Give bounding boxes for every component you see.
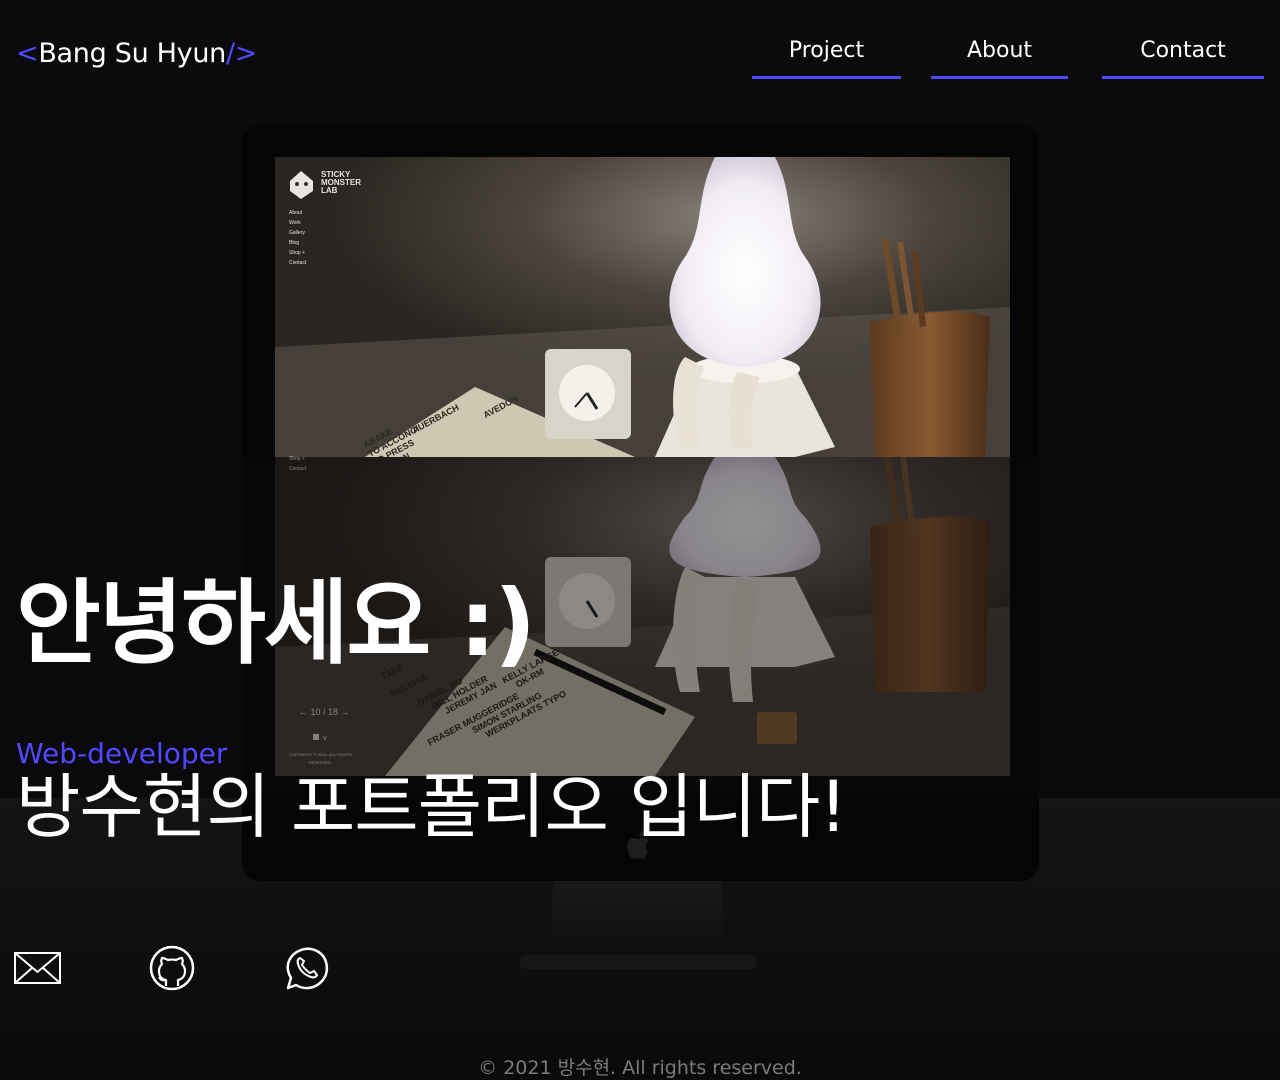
- mail-icon[interactable]: [14, 944, 62, 992]
- site-logo[interactable]: <Bang Su Hyun/>: [16, 38, 257, 69]
- mini-menu-gallery: Gallery: [289, 230, 305, 236]
- mini-menu-about: About: [289, 210, 303, 216]
- mini-menu-shop: Shop +: [289, 250, 305, 256]
- mini-pager: ← 10 / 18 →: [299, 707, 350, 717]
- github-icon[interactable]: [148, 944, 196, 992]
- mini-menu-shop-repeat: Shop +: [289, 456, 305, 462]
- mini-menu-blog: Blog: [289, 240, 299, 246]
- whatsapp-icon[interactable]: [283, 944, 331, 992]
- mini-menu-work: Work: [289, 220, 301, 226]
- logo-name: Bang Su Hyun: [38, 38, 226, 69]
- logo-close-bracket: />: [225, 38, 258, 69]
- desk-lamp-photo: STICKY MONSTER LAB About Work Gallery Bl…: [275, 157, 1010, 776]
- footer-copyright: © 2021 방수현. All rights reserved.: [478, 1057, 802, 1079]
- mini-menu-contact-repeat: Contact: [289, 466, 307, 472]
- nav-project[interactable]: Project: [752, 36, 901, 79]
- mini-copyright-1: COPYRIGHT © 2016. ALL RIGHTS: [289, 752, 352, 757]
- brand-line-3: LAB: [321, 186, 338, 195]
- nav-about[interactable]: About: [931, 36, 1068, 79]
- logo-open-bracket: <: [16, 38, 39, 69]
- svg-text:v: v: [323, 735, 327, 742]
- imac-stand-base: [520, 955, 756, 969]
- portfolio-preview-screen[interactable]: STICKY MONSTER LAB About Work Gallery Bl…: [275, 157, 1010, 776]
- mini-menu-contact: Contact: [289, 260, 307, 266]
- mini-copyright-2: RESERVED.: [309, 760, 332, 765]
- nav-contact[interactable]: Contact: [1102, 36, 1264, 79]
- hero-intro: 방수현의 포트폴리오 입니다!: [16, 766, 847, 848]
- hero-greeting: 안녕하세요 :): [16, 570, 536, 677]
